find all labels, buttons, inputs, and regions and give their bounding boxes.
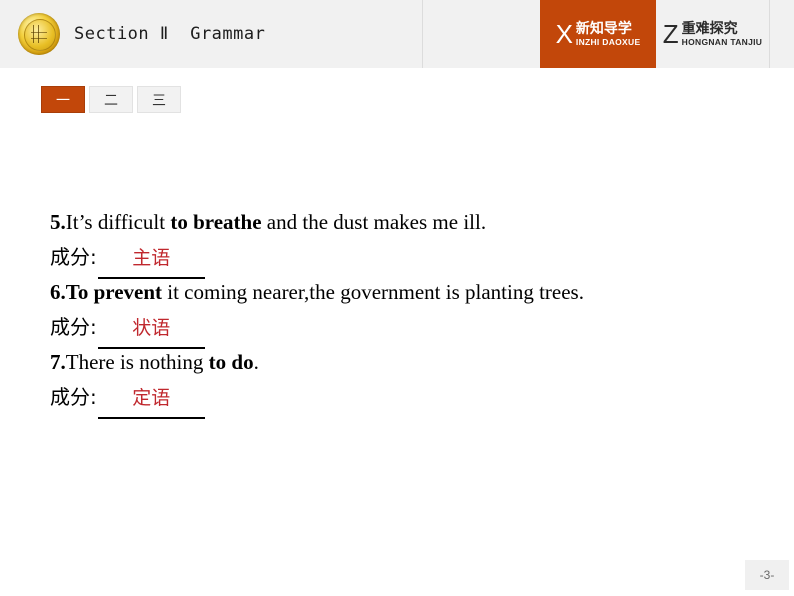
tab-xinzhi-daoxue[interactable]: X 新知导学 INZHI DAOXUE — [540, 0, 656, 68]
section-button-two[interactable]: 二 — [89, 86, 133, 113]
exercise-text-post: . — [253, 350, 259, 374]
section-number-buttons: 一 二 三 — [41, 86, 181, 113]
answer-blank[interactable]: 定语 — [97, 380, 205, 419]
exercise-number: 7. — [50, 350, 66, 374]
exercise-sentence: 7.There is nothing to do. — [50, 345, 750, 379]
answer-label: 成分: — [50, 245, 97, 269]
tab-letter-x: X — [555, 19, 573, 49]
exercise-text-pre: It’s difficult — [65, 210, 171, 234]
answer-label: 成分: — [50, 385, 97, 409]
exercise-text-post: and the dust makes me ill. — [261, 210, 487, 234]
exercise-number: 5. — [50, 210, 66, 234]
exercise-sentence: 5.It’s difficult to breathe and the dust… — [50, 205, 750, 239]
page-title: Section Ⅱ Grammar — [74, 24, 266, 44]
section-button-one[interactable]: 一 — [41, 86, 85, 113]
header-spacer — [423, 0, 540, 68]
answer-label: 成分: — [50, 315, 97, 339]
answer-blank[interactable]: 主语 — [97, 240, 205, 279]
header-left-section: Section Ⅱ Grammar — [0, 0, 423, 68]
exercise-text-bold: to breathe — [170, 210, 262, 234]
tab-zhongnan-texts: 重难探究 HONGNAN TANJIU — [682, 22, 763, 47]
exercise-sentence: 6.To prevent it coming nearer,the govern… — [50, 275, 750, 309]
tab-xinzhi-texts: 新知导学 INZHI DAOXUE — [576, 22, 641, 47]
exercise-list: 5.It’s difficult to breathe and the dust… — [50, 205, 750, 419]
tab-zhongnan-tanjiu[interactable]: Z 重难探究 HONGNAN TANJIU — [656, 0, 770, 68]
tab-letter-z: Z — [662, 19, 679, 49]
answer-blank[interactable]: 状语 — [97, 310, 205, 349]
exercise-number: 6. — [50, 280, 66, 304]
exercise-answer-row: 成分: 状语 — [50, 309, 750, 349]
tab-zhongnan-pinyin-label: HONGNAN TANJIU — [681, 36, 763, 47]
exercise-text-pre: There is nothing — [65, 350, 209, 374]
page-header: Section Ⅱ Grammar X 新知导学 INZHI DAOXUE Z … — [0, 0, 794, 69]
exercise-item: 6.To prevent it coming nearer,the govern… — [50, 275, 750, 349]
exercise-item: 5.It’s difficult to breathe and the dust… — [50, 205, 750, 279]
tab-xinzhi-pinyin-label: INZHI DAOXUE — [575, 36, 641, 47]
tab-xinzhi-inner: X 新知导学 INZHI DAOXUE — [556, 21, 641, 47]
header-right-spacer — [771, 0, 794, 68]
tab-xinzhi-chinese-label: 新知导学 — [575, 20, 632, 37]
exercise-answer-row: 成分: 定语 — [50, 379, 750, 419]
exercise-text-bold: to do — [208, 350, 254, 374]
exercise-answer-row: 成分: 主语 — [50, 239, 750, 279]
gold-seal-icon — [18, 13, 60, 55]
exercise-item: 7.There is nothing to do. 成分: 定语 — [50, 345, 750, 419]
exercise-text-post: it coming nearer,the government is plant… — [162, 280, 584, 304]
section-button-three[interactable]: 三 — [137, 86, 181, 113]
exercise-text-bold: To prevent — [65, 280, 163, 304]
tab-zhongnan-chinese-label: 重难探究 — [681, 20, 738, 37]
tab-zhongnan-inner: Z 重难探究 HONGNAN TANJIU — [663, 21, 762, 47]
page-number-badge: -3- — [745, 560, 789, 590]
